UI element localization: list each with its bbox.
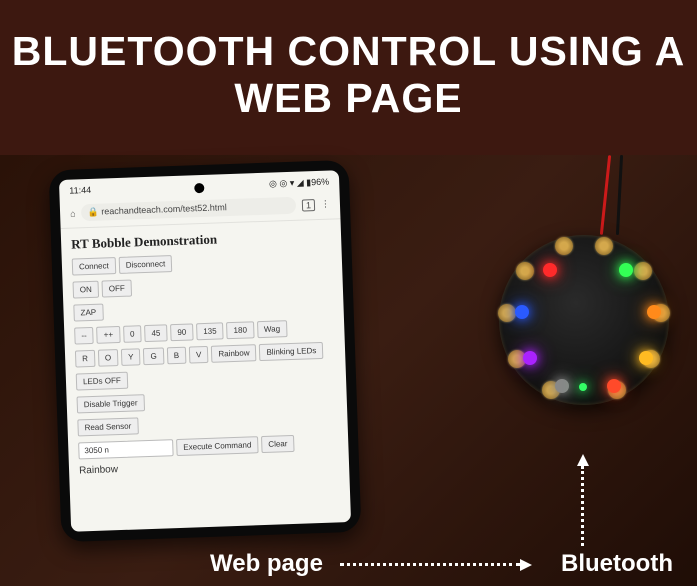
neopixel-led xyxy=(543,263,557,277)
arrow-line-h xyxy=(340,563,520,566)
web-page-label: Web page xyxy=(210,550,323,578)
wire-red xyxy=(600,155,611,235)
neopixel-led xyxy=(515,305,529,319)
lock-icon: 🔒 xyxy=(87,207,99,217)
home-icon[interactable]: ⌂ xyxy=(70,208,76,218)
web-page-content: RT Bobble Demonstration Connect Disconne… xyxy=(61,219,350,485)
disconnect-button[interactable]: Disconnect xyxy=(118,255,172,274)
color-v-button[interactable]: V xyxy=(189,346,209,364)
arrow-head-v xyxy=(577,454,589,466)
smartphone: 11:44 ◎ ◎ ▾ ◢ ▮96% ⌂ 🔒 reachandteach.com… xyxy=(49,160,362,542)
bluetooth-device-board xyxy=(499,235,669,405)
tab-count[interactable]: 1 xyxy=(302,199,315,211)
execute-command-button[interactable]: Execute Command xyxy=(176,436,259,456)
neopixel-led xyxy=(647,305,661,319)
leds-off-button[interactable]: LEDs OFF xyxy=(76,372,128,391)
angle-135-button[interactable]: 135 xyxy=(196,322,224,340)
url-field[interactable]: 🔒 reachandteach.com/test52.html xyxy=(81,197,296,221)
color-r-button[interactable]: R xyxy=(75,350,95,368)
wag-button[interactable]: Wag xyxy=(257,320,288,338)
disable-trigger-button[interactable]: Disable Trigger xyxy=(77,394,145,413)
arrow-head-h xyxy=(520,559,532,571)
connect-button[interactable]: Connect xyxy=(72,257,116,276)
status-led xyxy=(579,383,587,391)
angle-180-button[interactable]: 180 xyxy=(226,321,254,339)
photo-scene: 11:44 ◎ ◎ ▾ ◢ ▮96% ⌂ 🔒 reachandteach.com… xyxy=(0,155,697,586)
connector-pad xyxy=(595,237,613,255)
neopixel-led xyxy=(523,351,537,365)
arrow-line-v xyxy=(581,466,584,546)
phone-screen: 11:44 ◎ ◎ ▾ ◢ ▮96% ⌂ 🔒 reachandteach.com… xyxy=(59,170,351,532)
clock: 11:44 xyxy=(69,185,91,197)
menu-icon[interactable]: ⋮ xyxy=(321,199,330,210)
color-b-button[interactable]: B xyxy=(166,347,186,365)
clear-button[interactable]: Clear xyxy=(261,435,295,453)
command-input[interactable] xyxy=(78,439,174,459)
connector-pad xyxy=(634,262,652,280)
main-title: BLUETOOTH CONTROL USING A WEB PAGE xyxy=(0,0,697,122)
page-title: RT Bobble Demonstration xyxy=(71,228,331,253)
color-o-button[interactable]: O xyxy=(98,349,119,367)
neopixel-led xyxy=(607,379,621,393)
rainbow-button[interactable]: Rainbow xyxy=(211,344,257,363)
angle-0-button[interactable]: 0 xyxy=(123,325,142,343)
color-y-button[interactable]: Y xyxy=(121,348,141,366)
angle-inc-button[interactable]: ++ xyxy=(96,326,120,344)
on-button[interactable]: ON xyxy=(72,281,99,299)
angle-90-button[interactable]: 90 xyxy=(170,323,193,341)
bluetooth-label: Bluetooth xyxy=(561,550,673,578)
connector-pad xyxy=(516,262,534,280)
connector-pad xyxy=(555,237,573,255)
color-g-button[interactable]: G xyxy=(143,347,164,365)
output-text: Rainbow xyxy=(79,456,339,476)
status-icons: ◎ ◎ ▾ ◢ ▮96% xyxy=(269,177,329,190)
angle-45-button[interactable]: 45 xyxy=(144,324,167,342)
off-button[interactable]: OFF xyxy=(101,280,132,298)
angle-dec-button[interactable]: -- xyxy=(74,327,94,345)
connector-pad xyxy=(498,304,516,322)
neopixel-led xyxy=(555,379,569,393)
zap-button[interactable]: ZAP xyxy=(73,304,103,322)
neopixel-led xyxy=(619,263,633,277)
neopixel-led xyxy=(639,351,653,365)
wire-black xyxy=(616,155,623,235)
read-sensor-button[interactable]: Read Sensor xyxy=(77,417,138,436)
blinking-leds-button[interactable]: Blinking LEDs xyxy=(259,342,323,361)
